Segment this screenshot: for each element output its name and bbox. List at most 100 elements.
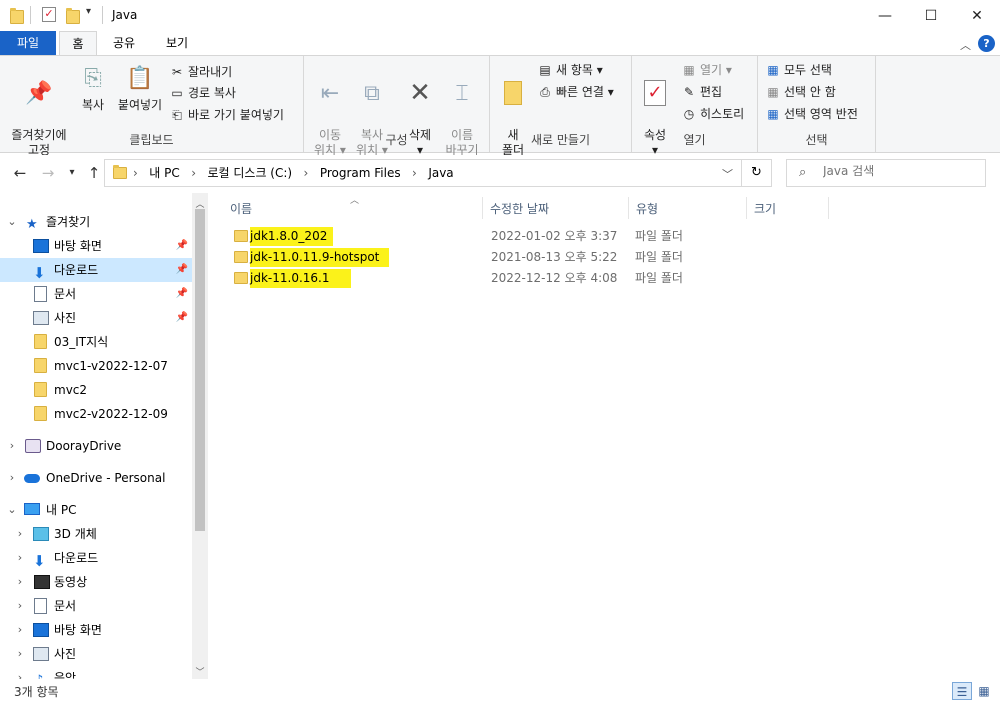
pin-icon[interactable]: 📌 [176, 282, 188, 306]
nav-this-pc[interactable]: ⌄ 내 PC [0, 498, 192, 522]
details-view-icon[interactable]: ☰ [952, 682, 972, 700]
document-icon [34, 286, 47, 302]
column-separator[interactable] [482, 197, 483, 219]
paste-button[interactable]: 📋 붙여넣기 [114, 62, 166, 113]
breadcrumb-separator: › [183, 166, 204, 180]
paste-shortcut-button[interactable]: ⎗ 바로 가기 붙여넣기 [170, 105, 284, 125]
edit-button[interactable]: ✎ 편집 [682, 82, 722, 102]
tab-home[interactable]: 홈 [59, 31, 97, 56]
nav-item-pictures[interactable]: 사진 📌 [0, 306, 192, 330]
file-row[interactable]: jdk1.8.0_202 2022-01-02 오후 3:37 파일 폴더 [230, 226, 750, 247]
folder-icon [34, 358, 47, 373]
file-row[interactable]: jdk-11.0.11.9-hotspot 2021-08-13 오후 5:22… [230, 247, 750, 268]
column-header-date[interactable]: 수정한 날짜 [490, 197, 549, 221]
pin-icon[interactable]: 📌 [176, 234, 188, 258]
nav-item-03-it[interactable]: 03_IT지식 [0, 330, 192, 354]
nav-dooray-drive[interactable]: › DoorayDrive [0, 434, 192, 458]
cut-label: 잘라내기 [188, 65, 233, 79]
scroll-down-chevron-icon[interactable]: ﹀ [192, 665, 208, 678]
copy-button[interactable]: ⎘ 복사 [76, 62, 110, 113]
nav-scrollbar[interactable]: ︿ ﹀ [192, 193, 208, 679]
help-icon[interactable]: ? [978, 35, 995, 52]
tab-share[interactable]: 공유 [104, 31, 144, 55]
expand-chevron-icon[interactable]: › [14, 570, 26, 594]
file-row[interactable]: jdk-11.0.16.1 2022-12-12 오후 4:08 파일 폴더 [230, 268, 750, 289]
properties-quick-icon[interactable]: ✓ [42, 7, 56, 22]
pin-icon[interactable]: 📌 [176, 258, 188, 282]
search-icon: ⌕ [799, 165, 807, 180]
minimize-button[interactable]: — [862, 0, 908, 32]
breadcrumb-java[interactable]: Java [428, 166, 453, 180]
paste-shortcut-label: 바로 가기 붙여넣기 [188, 108, 284, 122]
pin-icon[interactable]: 📌 [176, 306, 188, 330]
column-header-type[interactable]: 유형 [636, 197, 658, 221]
nav-item-mvc2-v[interactable]: mvc2-v2022-12-09 [0, 402, 192, 426]
nav-pc-downloads[interactable]: › ⬇ 다운로드 [0, 546, 192, 570]
expand-chevron-icon[interactable]: › [14, 666, 26, 679]
refresh-icon[interactable]: ↻ [742, 159, 772, 187]
breadcrumb-program-files[interactable]: Program Files [320, 166, 401, 180]
column-separator[interactable] [828, 197, 829, 219]
clipboard-group: 📌 즐겨찾기에 고정 ⎘ 복사 📋 붙여넣기 ✂ 잘라내기 ▭ 경로 복사 ⎗ 바로 … [0, 56, 304, 157]
back-arrow-icon[interactable]: ← [10, 163, 30, 183]
search-box[interactable]: ⌕ [786, 159, 986, 187]
nav-item-documents[interactable]: 문서 📌 [0, 282, 192, 306]
tab-file[interactable]: 파일 [0, 31, 56, 55]
edit-icon: ✎ [683, 85, 695, 99]
expand-chevron-icon[interactable]: › [14, 546, 26, 570]
nav-quick-access[interactable]: ⌄ ★ 즐겨찾기 [0, 210, 192, 234]
column-separator[interactable] [628, 197, 629, 219]
new-item-button[interactable]: ▤ 새 항목 ▾ [538, 60, 602, 80]
nav-item-desktop[interactable]: 바탕 화면 📌 [0, 234, 192, 258]
nav-item-mvc2[interactable]: mvc2 [0, 378, 192, 402]
folder-icon [234, 251, 248, 263]
up-arrow-icon[interactable]: ↑ [84, 163, 104, 183]
collapse-ribbon-icon[interactable]: ︿ [960, 37, 971, 53]
select-all-button[interactable]: ▦ 모두 선택 [766, 60, 832, 80]
invert-selection-button[interactable]: ▦ 선택 영역 반전 [766, 104, 858, 124]
copy-path-button[interactable]: ▭ 경로 복사 [170, 83, 236, 103]
close-button[interactable]: ✕ [954, 0, 1000, 32]
recent-locations-chevron-icon[interactable]: ▾ [62, 163, 82, 183]
column-separator[interactable] [746, 197, 747, 219]
expand-chevron-icon[interactable]: › [14, 522, 26, 546]
nav-item-mvc1[interactable]: mvc1-v2022-12-07 [0, 354, 192, 378]
customize-quick-access-icon[interactable]: ▾ [86, 6, 100, 20]
open-button[interactable]: ▦ 열기 ▾ [682, 60, 732, 80]
nav-pc-music[interactable]: › ♪ 음악 [0, 666, 192, 679]
collapse-chevron-icon[interactable]: ⌄ [6, 498, 18, 522]
breadcrumb-local-disk[interactable]: 로컬 디스크 (C:) [207, 166, 292, 180]
search-input[interactable] [823, 164, 973, 178]
expand-chevron-icon[interactable]: › [14, 618, 26, 642]
select-none-button[interactable]: ▦ 선택 안 함 [766, 82, 835, 102]
nav-pc-documents[interactable]: › 문서 [0, 594, 192, 618]
expand-chevron-icon[interactable]: › [6, 434, 18, 458]
breadcrumb-separator: › [133, 166, 146, 180]
address-dropdown-chevron-icon[interactable]: ﹀ [722, 166, 733, 182]
address-bar[interactable]: › 내 PC › 로컬 디스크 (C:) › Program Files › J… [104, 159, 742, 187]
file-date: 2022-12-12 오후 4:08 [491, 271, 618, 285]
expand-chevron-icon[interactable]: › [14, 642, 26, 666]
breadcrumb-this-pc[interactable]: 내 PC [149, 166, 179, 180]
forward-arrow-icon[interactable]: → [38, 163, 58, 183]
nav-pc-3d-objects[interactable]: › 3D 개체 [0, 522, 192, 546]
expand-chevron-icon[interactable]: › [14, 594, 26, 618]
column-header-name[interactable]: 이름 [230, 197, 252, 221]
collapse-chevron-icon[interactable]: ⌄ [6, 210, 18, 234]
large-icons-view-icon[interactable]: ▦ [974, 682, 994, 700]
maximize-button[interactable]: ☐ [908, 0, 954, 32]
expand-chevron-icon[interactable]: › [6, 466, 18, 490]
history-button[interactable]: ◷ 히스토리 [682, 104, 744, 124]
column-header-size[interactable]: 크기 [754, 197, 776, 221]
easy-access-button[interactable]: ⎙ 빠른 연결 ▾ [538, 82, 614, 102]
scrollbar-thumb[interactable] [195, 209, 205, 531]
nav-pc-videos[interactable]: › 동영상 [0, 570, 192, 594]
nav-pc-pictures[interactable]: › 사진 [0, 642, 192, 666]
tab-view[interactable]: 보기 [157, 31, 197, 55]
nav-item-downloads[interactable]: ⬇ 다운로드 📌 [0, 258, 192, 282]
nav-onedrive[interactable]: › OneDrive - Personal [0, 466, 192, 490]
new-folder-quick-icon[interactable] [66, 8, 80, 24]
cube-icon [33, 527, 49, 541]
cut-button[interactable]: ✂ 잘라내기 [170, 62, 232, 82]
nav-pc-desktop[interactable]: › 바탕 화면 [0, 618, 192, 642]
